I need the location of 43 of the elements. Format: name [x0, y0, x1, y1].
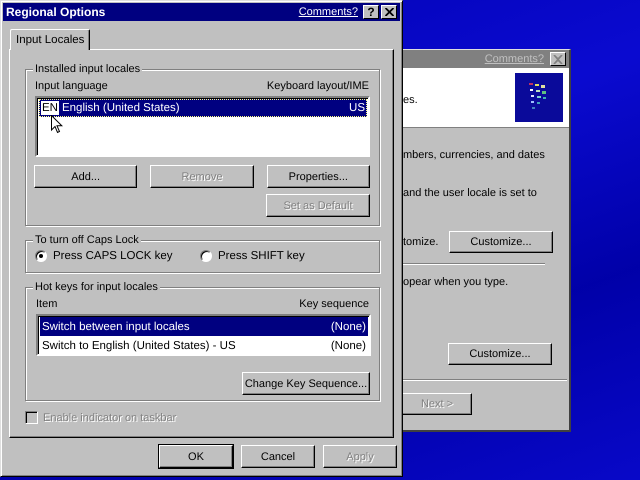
group-title: Installed input locales: [33, 63, 142, 76]
radio-option[interactable]: Press SHIFT key: [200, 250, 365, 262]
key-sequence: (None): [330, 320, 366, 332]
header-text: es.: [402, 94, 418, 106]
column-header: Key sequence: [299, 298, 369, 311]
description-text: mbers, currencies, and dates: [402, 149, 546, 162]
tab[interactable]: Input Locales: [10, 29, 90, 50]
group-title: To turn off Caps Lock: [33, 234, 141, 247]
description-text: opear when you type.: [402, 276, 510, 289]
language-badge: EN: [41, 101, 59, 115]
radio-button[interactable]: [35, 250, 47, 262]
group-title: Hot keys for input locales: [33, 281, 160, 294]
dialog-button[interactable]: Cancel: [241, 445, 315, 468]
comments-link[interactable]: Comments?: [298, 6, 358, 18]
close-icon: [553, 54, 563, 64]
radio-option[interactable]: Press CAPS LOCK key: [35, 250, 200, 262]
dialog-button[interactable]: Add...: [34, 165, 138, 188]
window-title: Regional Options: [6, 5, 106, 19]
hotkey-name: Switch between input locales: [42, 320, 190, 332]
list-row[interactable]: Switch between input locales (None): [40, 317, 368, 336]
dialog-button[interactable]: OK: [159, 445, 233, 468]
list-row[interactable]: EN English (United States) US: [39, 99, 367, 117]
key-sequence: (None): [330, 340, 366, 352]
description-text: and the user locale is set to: [402, 187, 538, 200]
close-button[interactable]: [381, 5, 397, 19]
close-icon: [384, 8, 394, 16]
customize-button[interactable]: Customize...: [448, 343, 552, 365]
hotkey-name: Switch to English (United States) - US: [42, 340, 236, 352]
column-header: Input language: [35, 80, 108, 93]
customize-button[interactable]: Customize...: [449, 231, 553, 253]
change-key-sequence-button[interactable]: Change Key Sequence...: [242, 372, 370, 395]
column-header: Item: [36, 298, 58, 311]
close-button[interactable]: [550, 52, 566, 66]
language-name: English (United States): [62, 102, 181, 114]
description-text: tomize.: [402, 236, 440, 248]
regional-settings-icon: [515, 73, 563, 122]
list-row[interactable]: Switch to English (United States) - US (None): [40, 336, 368, 355]
help-button[interactable]: ?: [363, 5, 379, 19]
column-header: Keyboard layout/IME: [266, 80, 369, 93]
radio-button[interactable]: [200, 250, 212, 262]
mouse-cursor-icon: [51, 115, 63, 134]
keyboard-layout: US: [349, 102, 365, 114]
dialog-button[interactable]: Properties...: [266, 165, 370, 188]
